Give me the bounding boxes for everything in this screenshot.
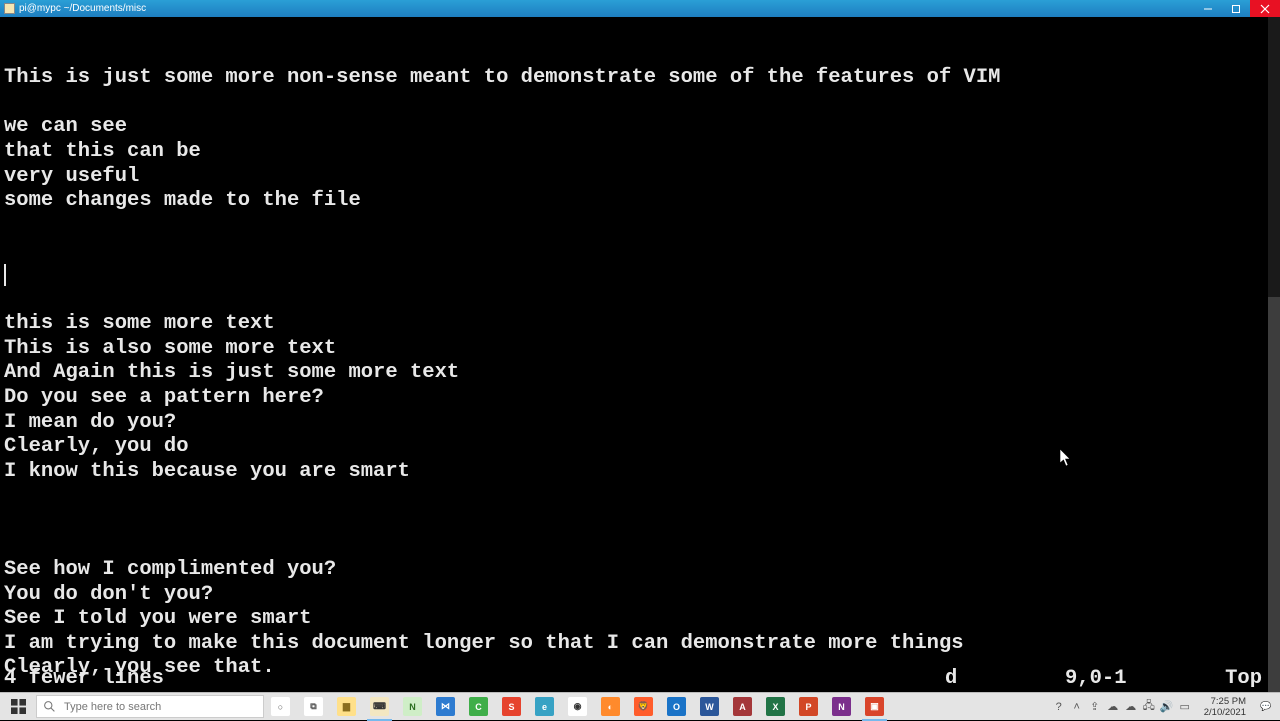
excel-icon: X — [766, 697, 785, 716]
taskbar-app-chrome[interactable]: ◉ — [561, 693, 594, 721]
powerpoint-icon: P — [799, 697, 818, 716]
text-cursor — [4, 264, 6, 286]
onedrive-icon[interactable]: ☁ — [1104, 693, 1122, 721]
search-icon — [43, 700, 56, 713]
terminal-line: And Again this is just some more text — [4, 361, 1280, 386]
putty-icon — [4, 3, 15, 14]
battery-icon[interactable]: ▭ — [1176, 693, 1194, 721]
access-icon: A — [733, 697, 752, 716]
taskbar-app-excel[interactable]: X — [759, 693, 792, 721]
terminal-line: we can see — [4, 115, 1280, 140]
snagit-icon: ▣ — [865, 697, 884, 716]
putty-icon: ⌨ — [370, 697, 389, 716]
close-button[interactable] — [1250, 0, 1280, 17]
taskbar-app-brave[interactable]: 🦁 — [627, 693, 660, 721]
vim-statusline: 4 fewer lines d 9,0-1 Top — [0, 667, 1280, 692]
word-icon: W — [700, 697, 719, 716]
help-icon[interactable]: ? — [1050, 693, 1068, 721]
taskbar-app-vscode[interactable]: ⋈ — [429, 693, 462, 721]
terminal-line — [4, 238, 1280, 263]
notifications-button[interactable]: 💬 — [1252, 693, 1280, 720]
taskbar-search[interactable]: Type here to search — [36, 695, 264, 718]
terminal-line — [4, 91, 1280, 116]
terminal-line: I know this because you are smart — [4, 460, 1280, 485]
terminal-line: You do don't you? — [4, 583, 1280, 608]
onenote-icon: N — [832, 697, 851, 716]
terminal-line — [4, 214, 1280, 239]
volume-icon[interactable]: 🔊 — [1158, 693, 1176, 721]
terminal-area[interactable]: This is just some more non-sense meant t… — [0, 17, 1280, 692]
taskbar-app-outlook[interactable]: O — [660, 693, 693, 721]
taskbar-app-notepadpp[interactable]: N — [396, 693, 429, 721]
terminal-line — [4, 533, 1280, 558]
terminal-line: This is also some more text — [4, 337, 1280, 362]
scrollbar-thumb[interactable] — [1268, 297, 1280, 692]
notepadpp-icon: N — [403, 697, 422, 716]
terminal-line: that this can be — [4, 140, 1280, 165]
firefox-icon: ◐ — [601, 697, 620, 716]
taskbar-app-cortana[interactable]: ○ — [264, 693, 297, 721]
taskbar-app-firefox[interactable]: ◐ — [594, 693, 627, 721]
terminal-line: This is just some more non-sense meant t… — [4, 66, 1280, 91]
chevron-up-icon[interactable]: ˄ — [1068, 693, 1086, 721]
vscode-icon: ⋈ — [436, 697, 455, 716]
taskbar-app-camtasia[interactable]: C — [462, 693, 495, 721]
taskbar-clock[interactable]: 7:25 PM 2/10/2021 — [1198, 693, 1252, 720]
start-button[interactable] — [0, 693, 36, 720]
terminal-line — [4, 509, 1280, 534]
onedrive2-icon[interactable]: ☁ — [1122, 693, 1140, 721]
taskbar-app-file-explorer[interactable]: ▆ — [330, 693, 363, 721]
terminal-line — [4, 288, 1280, 313]
terminal-line: Clearly, you do — [4, 435, 1280, 460]
notification-icon: 💬 — [1260, 701, 1271, 712]
network-icon[interactable]: 🖧 — [1140, 693, 1158, 721]
terminal-line: See how I complimented you? — [4, 558, 1280, 583]
clock-date: 2/10/2021 — [1204, 707, 1246, 718]
terminal-scrollbar[interactable] — [1268, 17, 1280, 692]
taskbar: Type here to search ○⧉▆⌨N⋈CSe◉◐🦁OWAXPN▣ … — [0, 692, 1280, 720]
status-message: 4 fewer lines — [4, 667, 164, 692]
taskbar-app-powerpoint[interactable]: P — [792, 693, 825, 721]
window-title: pi@mypc ~/Documents/misc — [19, 3, 146, 14]
taskbar-app-edge[interactable]: e — [528, 693, 561, 721]
terminal-line: very useful — [4, 165, 1280, 190]
brave-icon: 🦁 — [634, 697, 653, 716]
minimize-button[interactable] — [1194, 0, 1222, 17]
taskbar-app-word[interactable]: W — [693, 693, 726, 721]
terminal-line: I am trying to make this document longer… — [4, 632, 1280, 657]
taskview-icon: ⧉ — [304, 697, 323, 716]
terminal-line: this is some more text — [4, 312, 1280, 337]
edge-icon: e — [535, 697, 554, 716]
taskbar-app-taskview[interactable]: ⧉ — [297, 693, 330, 721]
terminal-line — [4, 484, 1280, 509]
maximize-button[interactable] — [1222, 0, 1250, 17]
taskbar-app-snagit[interactable]: ▣ — [858, 693, 891, 721]
camtasia-icon: C — [469, 697, 488, 716]
status-register: d — [945, 667, 1065, 692]
chrome-icon: ◉ — [568, 697, 587, 716]
clock-time: 7:25 PM — [1211, 696, 1246, 707]
taskbar-app-putty[interactable]: ⌨ — [363, 693, 396, 721]
cortana-icon: ○ — [271, 697, 290, 716]
taskbar-app-access[interactable]: A — [726, 693, 759, 721]
terminal-line: See I told you were smart — [4, 607, 1280, 632]
taskbar-app-onenote[interactable]: N — [825, 693, 858, 721]
window-titlebar: pi@mypc ~/Documents/misc — [0, 0, 1280, 17]
file-explorer-icon: ▆ — [337, 697, 356, 716]
usb-icon[interactable]: ⇪ — [1086, 693, 1104, 721]
outlook-icon: O — [667, 697, 686, 716]
terminal-line: Do you see a pattern here? — [4, 386, 1280, 411]
terminal-line: I mean do you? — [4, 411, 1280, 436]
wps-icon: S — [502, 697, 521, 716]
status-position: 9,0-1 — [1065, 667, 1225, 692]
terminal-line — [4, 263, 1280, 288]
search-placeholder: Type here to search — [64, 701, 161, 713]
terminal-line: some changes made to the file — [4, 189, 1280, 214]
taskbar-app-wps[interactable]: S — [495, 693, 528, 721]
